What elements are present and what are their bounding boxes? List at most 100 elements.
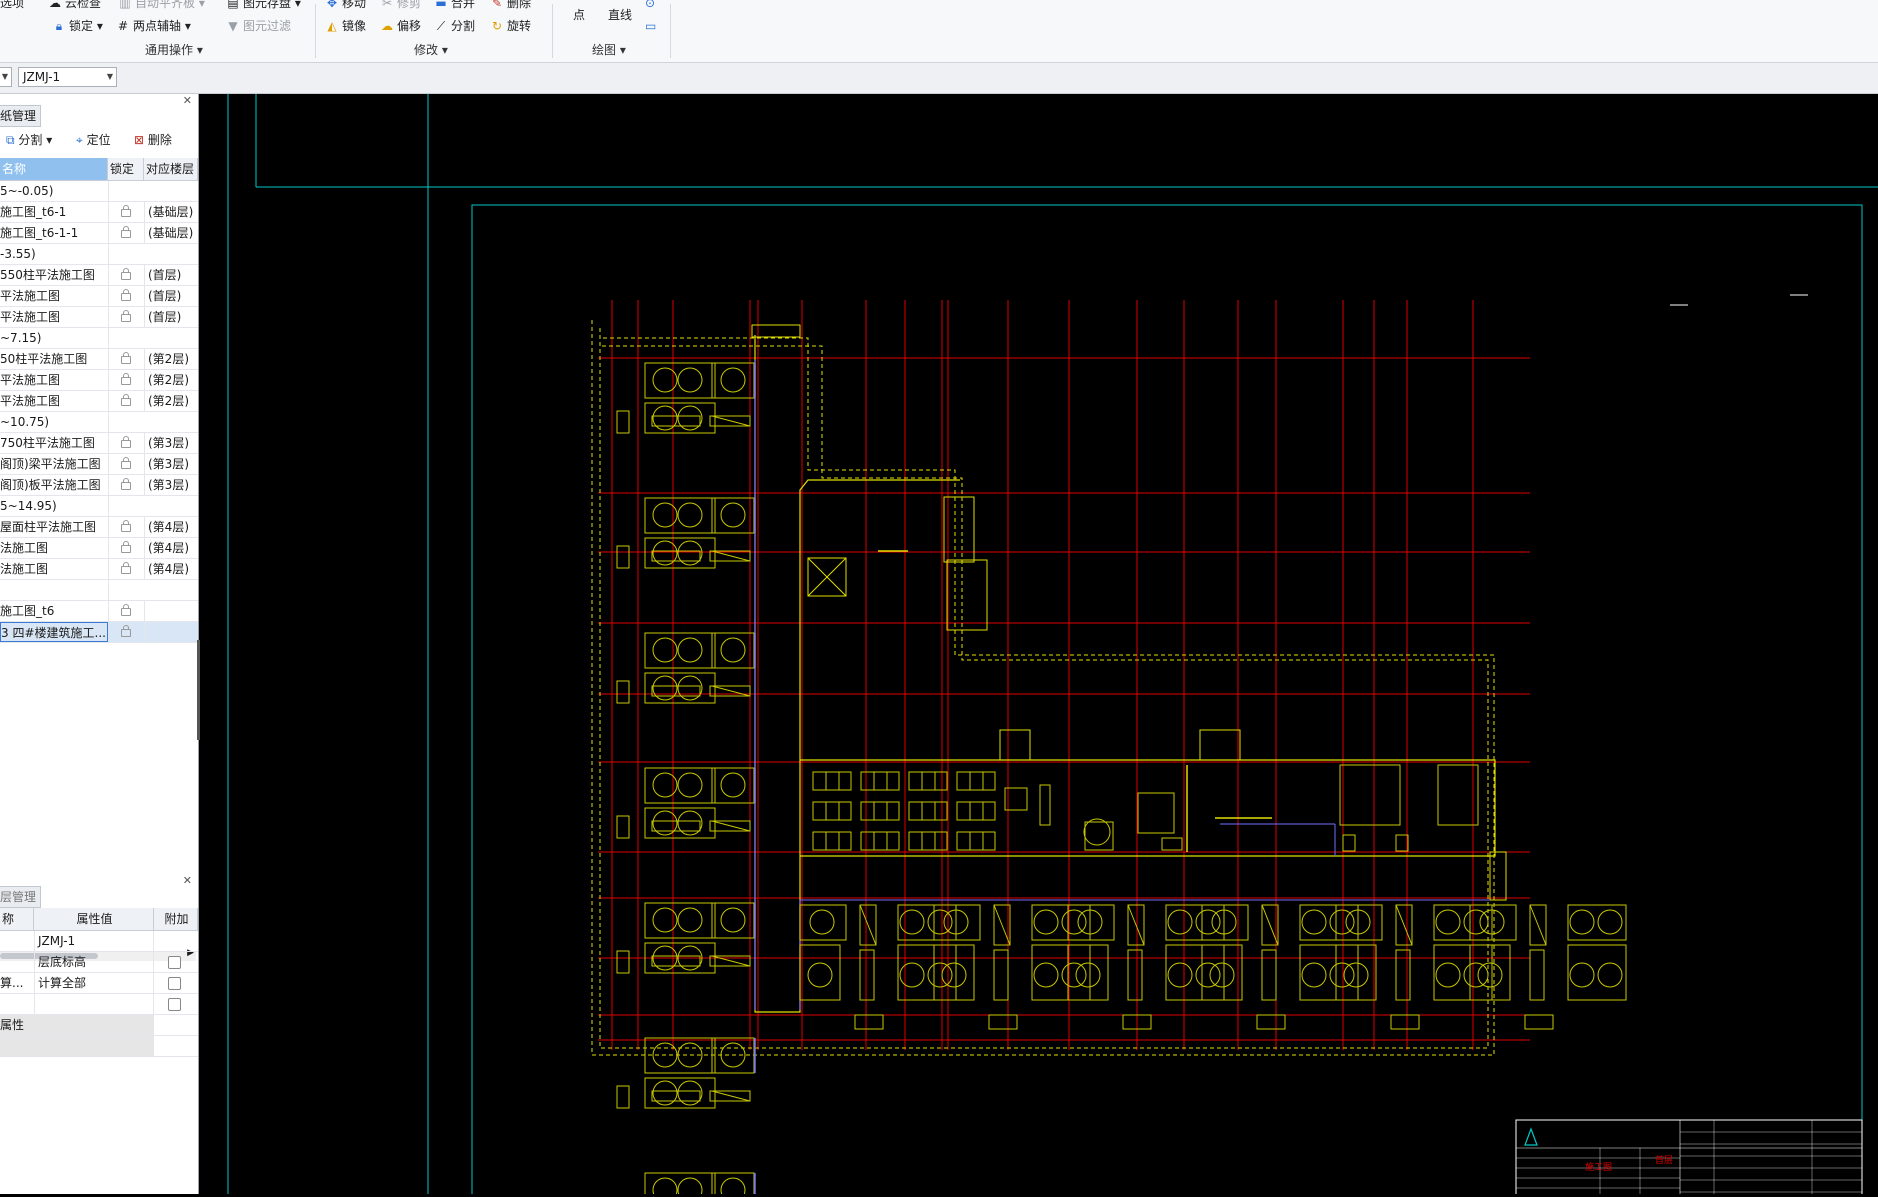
element-filter-button[interactable]: ▼ 图元过滤	[226, 17, 291, 35]
property-value[interactable]: 计算全部	[34, 973, 154, 993]
property-row[interactable]: 算... 计算全部	[0, 973, 198, 994]
merge-button[interactable]: ▬ 合并	[434, 0, 475, 12]
property-checkbox[interactable]	[168, 956, 181, 969]
lock-icon[interactable]	[108, 286, 145, 306]
lock-icon[interactable]	[108, 517, 145, 537]
delete-button[interactable]: ✎ 删除	[490, 0, 531, 12]
column-header-lock[interactable]: 锁定	[108, 158, 144, 180]
drawing-row[interactable]: 阁顶)板平法施工图 (第3层)	[0, 475, 198, 496]
cad-canvas[interactable]: 施工图 首层	[200, 94, 1878, 1197]
dining-table	[956, 831, 996, 851]
split-drawing-button[interactable]: ⧉ 分割 ▾	[6, 130, 52, 150]
drawing-row[interactable]: 平法施工图 (第2层)	[0, 391, 198, 412]
move-button[interactable]: ✥ 移动	[325, 0, 366, 12]
locate-button[interactable]: ⌖ 定位	[76, 130, 111, 150]
column-header-name[interactable]: 名称	[0, 158, 108, 180]
drawing-row[interactable]: 阁顶)梁平法施工图 (第3层)	[0, 454, 198, 475]
mirror-button[interactable]: ◭ 镜像	[325, 17, 366, 35]
lock-icon[interactable]	[108, 433, 145, 453]
drawing-row[interactable]: 平法施工图 (首层)	[0, 286, 198, 307]
component-combo[interactable]: JZMJ-1 ▼	[18, 67, 117, 87]
drawing-group-row[interactable]	[0, 580, 198, 601]
bathroom-fixture	[1395, 834, 1409, 852]
circle-icon[interactable]: ⊙	[645, 0, 655, 12]
bed-furniture	[1567, 944, 1627, 1001]
property-name: 算...	[0, 973, 35, 993]
property-value[interactable]	[34, 1036, 154, 1056]
cad-drawing[interactable]: 施工图 首层	[200, 94, 1878, 1197]
bed-furniture	[1299, 904, 1359, 941]
drawing-group-row[interactable]: -3.55)	[0, 244, 198, 265]
drawing-row[interactable]: 法施工图 (第4层)	[0, 538, 198, 559]
drawing-name: 阁顶)梁平法施工图	[0, 454, 109, 474]
close-icon[interactable]: ✕	[183, 874, 192, 887]
property-row[interactable]	[0, 1036, 198, 1057]
lock-icon[interactable]	[108, 391, 145, 411]
property-row[interactable]: 层底标高	[0, 952, 198, 973]
window-mark	[1256, 1014, 1286, 1030]
drawing-group-row[interactable]: 5~14.95)	[0, 496, 198, 517]
mirror-label: 镜像	[342, 19, 367, 33]
property-row[interactable]	[0, 994, 198, 1015]
save-element-button[interactable]: ▤ 图元存盘 ▾	[226, 0, 301, 12]
drawing-row[interactable]: 施工图_t6	[0, 601, 198, 622]
drawing-row[interactable]: 施工图_t6-1-1 (基础层)	[0, 223, 198, 244]
auto-align-button[interactable]: ▥ 自动平齐板 ▾	[118, 0, 205, 12]
rotate-button[interactable]: ↻ 旋转	[490, 17, 531, 35]
floor-combo[interactable]: ▼	[0, 67, 12, 87]
lock-icon[interactable]	[108, 454, 145, 474]
property-value[interactable]	[34, 994, 154, 1014]
offset-button[interactable]: ☁ 偏移	[380, 17, 421, 35]
property-value[interactable]	[34, 1015, 154, 1035]
drawing-manager-tab[interactable]: 纸管理	[0, 105, 42, 127]
two-point-axis-button[interactable]: # 两点辅轴 ▾	[116, 17, 191, 35]
drawing-row[interactable]: 750柱平法施工图 (第3层)	[0, 433, 198, 454]
window-mark	[616, 950, 630, 974]
split-button[interactable]: ⟋ 分割	[434, 17, 475, 35]
lock-icon[interactable]	[108, 601, 145, 621]
rectangle-icon[interactable]: ▭	[645, 17, 656, 35]
wardrobe-furniture	[859, 904, 877, 946]
cloud-check-button[interactable]: ☁ 云检查	[48, 0, 101, 12]
lock-icon[interactable]	[108, 349, 145, 369]
property-row[interactable]: 属性	[0, 1015, 198, 1036]
drawing-row[interactable]: 法施工图 (第4层)	[0, 559, 198, 580]
options-tab-cut[interactable]: 选项	[0, 0, 24, 12]
drawing-row[interactable]: 施工图_t6-1 (基础层)	[0, 202, 198, 223]
lock-button[interactable]: 🔒︎ 锁定 ▾	[52, 17, 103, 35]
drawing-group-row[interactable]: 5~-0.05)	[0, 181, 198, 202]
trim-button[interactable]: ✂ 修剪	[380, 0, 421, 12]
lock-icon[interactable]	[108, 622, 145, 642]
lock-icon[interactable]	[108, 559, 145, 579]
column-header-floor[interactable]: 对应楼层	[144, 158, 198, 180]
chair-furniture	[720, 367, 746, 393]
auto-align-label: 自动平齐板	[135, 0, 196, 10]
lock-icon[interactable]	[108, 265, 145, 285]
property-checkbox[interactable]	[168, 998, 181, 1011]
drawing-row[interactable]: 屋面柱平法施工图 (第4层)	[0, 517, 198, 538]
property-manager-tab[interactable]: 层管理	[0, 886, 42, 908]
property-value[interactable]: JZMJ-1	[34, 931, 154, 951]
drawing-row[interactable]: 平法施工图 (首层)	[0, 307, 198, 328]
drawing-group-row[interactable]: ~10.75)	[0, 412, 198, 433]
lock-icon[interactable]	[108, 538, 145, 558]
drawing-row[interactable]: 平法施工图 (第2层)	[0, 370, 198, 391]
drawing-row[interactable]: 3 四#楼建筑施工...	[0, 622, 198, 643]
lock-icon[interactable]	[108, 223, 145, 243]
drawing-group-row[interactable]: ~7.15)	[0, 328, 198, 349]
lock-icon[interactable]	[108, 202, 145, 222]
drawing-row[interactable]: 50柱平法施工图 (第2层)	[0, 349, 198, 370]
line-button[interactable]: 直线	[608, 6, 632, 24]
point-button[interactable]: 点	[573, 6, 585, 24]
trim-icon: ✂	[381, 0, 393, 10]
lock-icon[interactable]	[108, 307, 145, 327]
property-row[interactable]: JZMJ-1	[0, 931, 198, 952]
lock-icon[interactable]	[108, 475, 145, 495]
close-icon[interactable]: ✕	[183, 94, 192, 107]
property-checkbox[interactable]	[168, 977, 181, 990]
drawing-row[interactable]: 550柱平法施工图 (首层)	[0, 265, 198, 286]
rotate-icon: ↻	[491, 19, 503, 33]
property-value[interactable]: 层底标高	[34, 952, 154, 972]
delete-drawing-button[interactable]: ⊠ 删除	[134, 130, 172, 150]
lock-icon[interactable]	[108, 370, 145, 390]
